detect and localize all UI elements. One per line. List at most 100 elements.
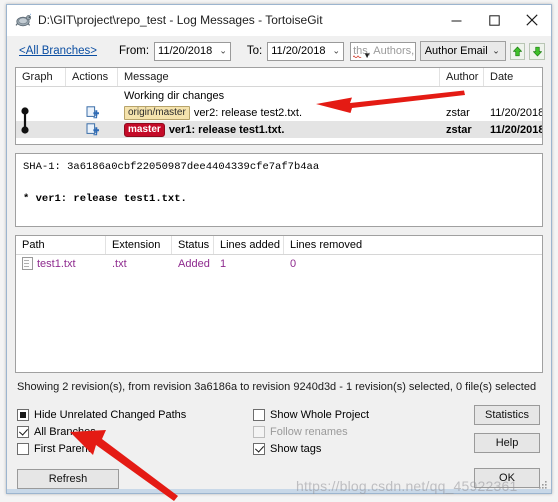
- file-column-lines-added[interactable]: Lines added: [214, 236, 284, 254]
- file-extension-cell: .txt: [112, 257, 127, 270]
- checkbox-first-parent[interactable]: First Parent: [17, 443, 91, 455]
- screenshot-root: D:\GIT\project\repo_test - Log Messages …: [0, 0, 558, 502]
- commit-sha-line: SHA-1: 3a6186a0cbf22050987dee4404339cfe7…: [23, 161, 320, 173]
- log-column-actions[interactable]: Actions: [66, 68, 118, 86]
- checkbox-indicator[interactable]: [17, 426, 29, 438]
- checkbox-indicator[interactable]: [17, 443, 29, 455]
- commit-graph-node-icon: [21, 121, 29, 134]
- file-column-headers: Path Extension Status Lines added Lines …: [16, 236, 542, 255]
- log-message-text: Working dir changes: [124, 89, 225, 102]
- file-column-status[interactable]: Status: [172, 236, 214, 254]
- log-author-cell: zstar: [446, 123, 472, 136]
- refresh-button[interactable]: Refresh: [17, 469, 119, 489]
- log-date-cell: 11/20/2018 15:46:54: [490, 106, 542, 119]
- table-row[interactable]: Working dir changes: [16, 87, 542, 104]
- log-column-date[interactable]: Date: [484, 68, 542, 86]
- checkbox-indicator[interactable]: [17, 409, 29, 421]
- log-graph-cell: [16, 121, 66, 138]
- window-controls: [437, 5, 551, 35]
- log-column-message[interactable]: Message: [118, 68, 440, 86]
- window-title: D:\GIT\project\repo_test - Log Messages …: [38, 13, 323, 27]
- add-file-icon: [86, 123, 99, 136]
- status-text: Showing 2 revision(s), from revision 3a6…: [17, 381, 537, 393]
- log-messages-window: D:\GIT\project\repo_test - Log Messages …: [6, 4, 552, 494]
- ok-button[interactable]: OK: [474, 468, 540, 488]
- file-lines-added-cell: 1: [220, 257, 227, 270]
- file-column-lines-removed[interactable]: Lines removed: [284, 236, 374, 254]
- revision-log-list[interactable]: Graph Actions Message Author Date Workin…: [15, 67, 543, 145]
- log-message-text: ver1: release test1.txt.: [168, 123, 285, 136]
- file-column-extension[interactable]: Extension: [106, 236, 172, 254]
- find-next-button[interactable]: [529, 42, 546, 60]
- filter-mode-value: Author Email: [424, 45, 488, 57]
- log-actions-cell: [66, 104, 118, 121]
- log-date-cell: [484, 87, 542, 104]
- checkbox-label: Show Whole Project: [270, 409, 370, 421]
- file-path-cell: test1.txt: [16, 255, 106, 272]
- file-path-text: test1.txt: [37, 257, 76, 270]
- log-message-text: ver2: release test2.txt.: [193, 106, 303, 119]
- checkbox-label: First Parent: [34, 443, 91, 455]
- log-date-cell: 11/20/2018 15:36:14: [490, 123, 542, 136]
- checkbox-indicator: [253, 426, 265, 438]
- checkbox-label: Hide Unrelated Changed Paths: [34, 409, 187, 421]
- log-graph-cell: [16, 87, 66, 104]
- log-actions-cell: [66, 87, 118, 104]
- log-message-cell: origin/master ver2: release test2.txt.: [118, 104, 440, 121]
- log-author-cell: [440, 87, 484, 104]
- checkbox-hide-unrelated-changed-paths[interactable]: Hide Unrelated Changed Paths: [17, 409, 186, 421]
- all-branches-link[interactable]: <All Branches>: [19, 45, 97, 57]
- checkbox-all-branches[interactable]: All Branches: [17, 426, 96, 438]
- chevron-down-icon: ⌄: [332, 45, 341, 56]
- from-date-value: 11/20/2018: [158, 45, 213, 57]
- checkbox-label: Show tags: [270, 443, 322, 455]
- filter-mode-select[interactable]: Author Email ⌄: [419, 41, 506, 61]
- from-date-picker[interactable]: 11/20/2018 ⌄: [154, 41, 231, 61]
- chevron-down-icon: ⌄: [492, 45, 500, 56]
- log-message-cell: Working dir changes: [118, 87, 440, 104]
- dropdown-caret-icon: ▼: [363, 50, 371, 60]
- commit-graph-node-icon: [21, 107, 29, 121]
- window-bottom-accent: [7, 489, 551, 493]
- find-previous-button[interactable]: [509, 42, 526, 60]
- table-row[interactable]: master ver1: release test1.txt. zstar 11…: [16, 121, 542, 138]
- ref-label-remote: origin/master: [124, 105, 190, 120]
- log-author-cell: zstar: [446, 106, 470, 119]
- to-label: To:: [246, 45, 263, 57]
- window-titlebar: D:\GIT\project\repo_test - Log Messages …: [7, 5, 551, 36]
- close-button[interactable]: [513, 5, 551, 35]
- file-icon: [22, 257, 33, 270]
- log-column-headers: Graph Actions Message Author Date: [16, 68, 542, 87]
- commit-message-line: * ver1: release test1.txt.: [23, 193, 187, 205]
- table-row[interactable]: origin/master ver2: release test2.txt. z…: [16, 104, 542, 121]
- checkbox-indicator[interactable]: [253, 443, 265, 455]
- to-date-picker[interactable]: 11/20/2018 ⌄: [267, 41, 345, 61]
- add-file-icon: [86, 106, 99, 119]
- maximize-button[interactable]: [475, 5, 513, 35]
- chevron-down-icon: ⌄: [219, 45, 227, 56]
- log-message-cell: master ver1: release test1.txt.: [118, 121, 440, 138]
- file-column-path[interactable]: Path: [16, 236, 106, 254]
- file-lines-removed-cell: 0: [290, 257, 297, 270]
- log-column-author[interactable]: Author: [440, 68, 484, 86]
- green-up-arrow-icon: [513, 46, 522, 56]
- file-status-cell: Added: [178, 257, 210, 270]
- log-column-graph[interactable]: Graph: [16, 68, 66, 86]
- checkbox-label: Follow renames: [270, 426, 348, 438]
- help-button[interactable]: Help: [474, 433, 540, 453]
- checkbox-indicator[interactable]: [253, 409, 265, 421]
- filter-toolbar: <All Branches> From: 11/20/2018 ⌄ To: 11…: [7, 36, 551, 66]
- statistics-button[interactable]: Statistics: [474, 405, 540, 425]
- checkbox-show-whole-project[interactable]: Show Whole Project: [253, 409, 369, 421]
- table-row[interactable]: test1.txt .txt Added 1 0: [16, 255, 542, 272]
- checkbox-show-tags[interactable]: Show tags: [253, 443, 321, 455]
- log-actions-cell: [66, 121, 118, 138]
- filter-search-input[interactable]: ths, Authors, B ▼: [350, 41, 416, 61]
- green-down-arrow-icon: [532, 46, 542, 56]
- tortoisegit-turtle-icon: [14, 11, 32, 29]
- commit-detail-pane[interactable]: SHA-1: 3a6186a0cbf22050987dee4404339cfe7…: [15, 153, 543, 227]
- minimize-button[interactable]: [437, 5, 475, 35]
- to-date-value: 11/20/2018: [271, 45, 326, 57]
- log-graph-cell: [16, 104, 66, 121]
- changed-files-list[interactable]: Path Extension Status Lines added Lines …: [15, 235, 543, 373]
